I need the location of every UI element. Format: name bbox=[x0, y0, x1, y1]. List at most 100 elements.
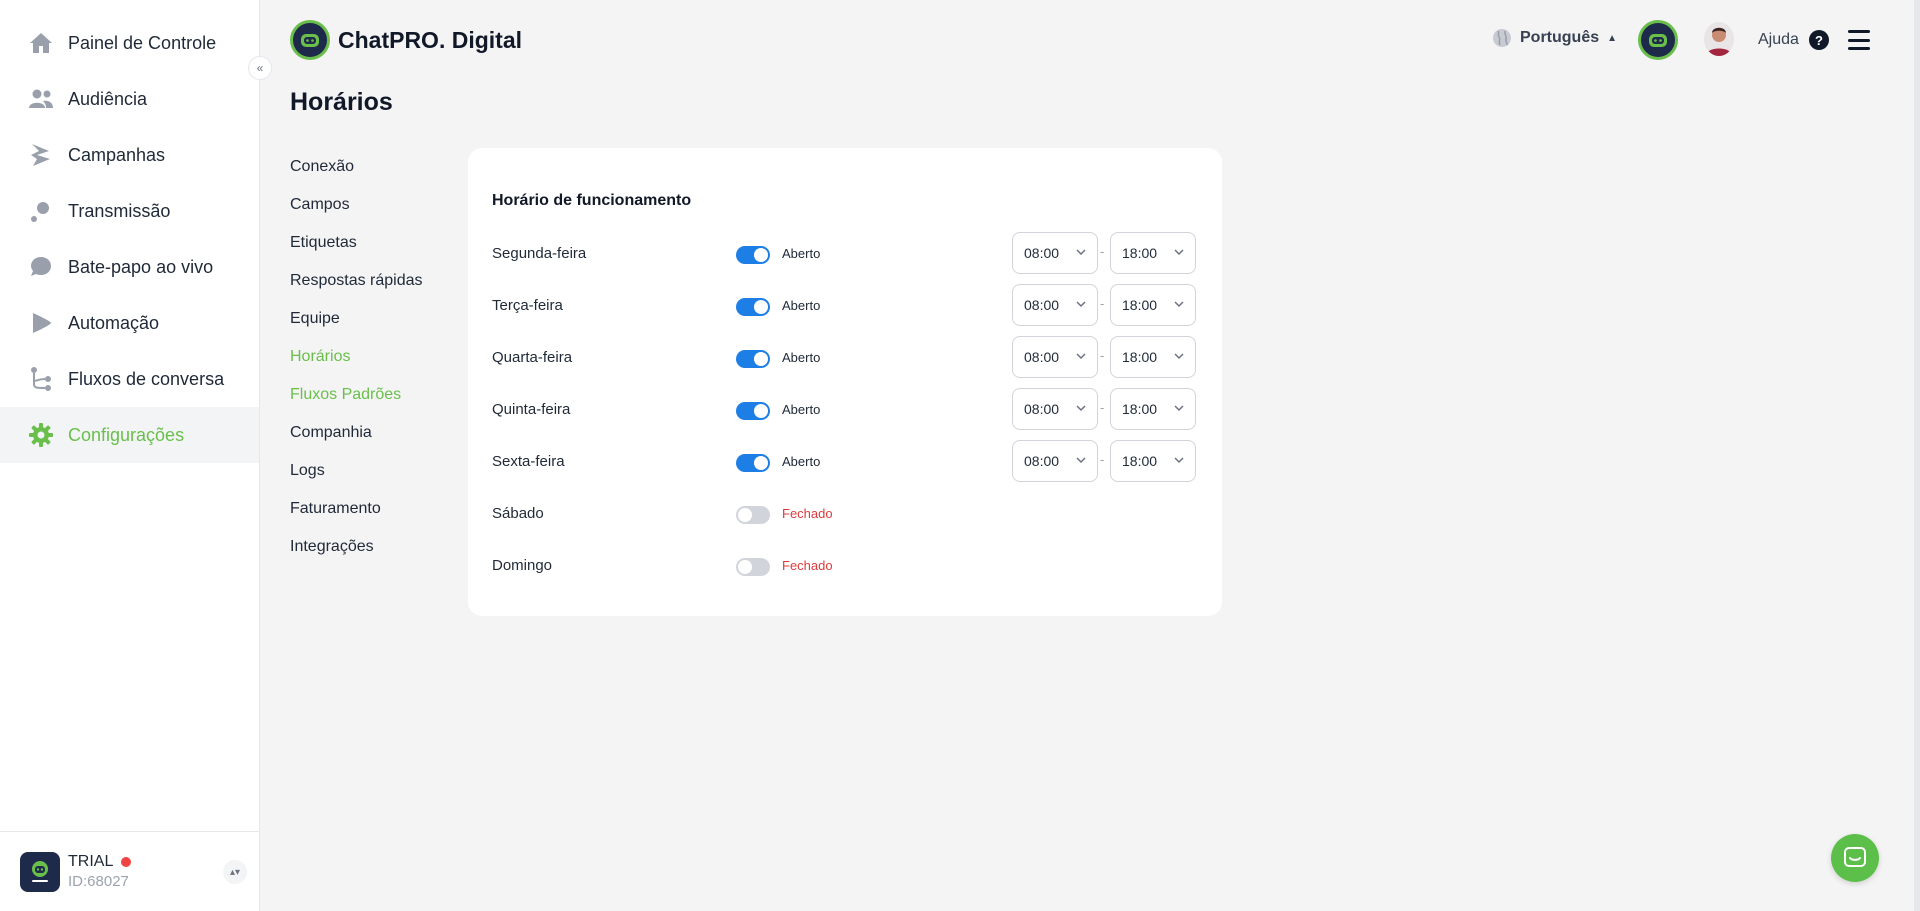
page-title: Horários bbox=[290, 88, 393, 116]
close-time-select[interactable]: 18:00 bbox=[1110, 440, 1196, 482]
sidebar-item-label: Bate-papo ao vivo bbox=[68, 256, 214, 277]
hamburger-menu-icon[interactable] bbox=[1848, 30, 1870, 50]
day-label: Domingo bbox=[492, 557, 553, 574]
scrollbar[interactable] bbox=[1914, 0, 1920, 911]
day-toggle[interactable] bbox=[736, 402, 770, 420]
close-time-select[interactable]: 18:00 bbox=[1110, 336, 1196, 378]
settings-item-horarios[interactable]: Horários bbox=[290, 348, 350, 366]
schedule-row: Domingo Fechado bbox=[468, 544, 1222, 588]
open-time-select[interactable]: 08:00 bbox=[1012, 284, 1098, 326]
open-time-value: 08:00 bbox=[1024, 349, 1060, 365]
brand-name: ChatPRO. Digital bbox=[338, 26, 523, 53]
unfold-icon[interactable]: ▴▾ bbox=[223, 860, 247, 884]
day-toggle[interactable] bbox=[736, 350, 770, 368]
day-status: Aberto bbox=[782, 246, 821, 261]
home-icon bbox=[28, 30, 54, 56]
settings-item-conexao[interactable]: Conexão bbox=[290, 158, 354, 176]
close-time-select[interactable]: 18:00 bbox=[1110, 232, 1196, 274]
chat-bubble-icon bbox=[28, 254, 54, 280]
schedule-row: Quinta-feira Aberto 08:00 - 18:00 bbox=[468, 388, 1222, 432]
chevron-down-icon bbox=[1174, 457, 1184, 464]
help-button[interactable]: Ajuda ? bbox=[1758, 30, 1829, 50]
settings-item-etiquetas[interactable]: Etiquetas bbox=[290, 234, 357, 252]
support-chat-button[interactable] bbox=[1831, 834, 1879, 882]
sidebar-item-fluxos-de-conversa[interactable]: Fluxos de conversa bbox=[0, 351, 259, 407]
sidebar-item-label: Campanhas bbox=[68, 144, 166, 165]
day-toggle[interactable] bbox=[736, 558, 770, 576]
bot-avatar[interactable] bbox=[1638, 20, 1678, 60]
close-time-select[interactable]: 18:00 bbox=[1110, 388, 1196, 430]
language-selector[interactable]: Português ▲ bbox=[1492, 28, 1617, 48]
gear-icon bbox=[28, 422, 54, 448]
sidebar-item-label: Configurações bbox=[68, 424, 185, 445]
chevron-down-icon bbox=[1174, 249, 1184, 256]
open-time-select[interactable]: 08:00 bbox=[1012, 232, 1098, 274]
settings-item-faturamento[interactable]: Faturamento bbox=[290, 500, 381, 518]
settings-item-fluxos-padroes[interactable]: Fluxos Padrões bbox=[290, 386, 401, 404]
schedule-row: Sábado Fechado bbox=[468, 492, 1222, 536]
day-label: Terça-feira bbox=[492, 297, 563, 314]
collapse-sidebar-icon[interactable]: « bbox=[248, 56, 272, 80]
account-switcher[interactable]: TRIAL ID:68027 ▴▾ bbox=[0, 831, 259, 911]
close-time-value: 18:00 bbox=[1122, 297, 1158, 313]
help-label: Ajuda bbox=[1758, 31, 1799, 48]
sidebar-item-campanhas[interactable]: Campanhas bbox=[0, 127, 259, 183]
sidebar-item-audiencia[interactable]: Audiência bbox=[0, 71, 259, 127]
broadcast-icon bbox=[28, 198, 54, 224]
settings-item-equipe[interactable]: Equipe bbox=[290, 310, 340, 328]
day-label: Sexta-feira bbox=[492, 453, 565, 470]
brand-logo bbox=[290, 20, 330, 60]
business-hours-card: Horário de funcionamento Segunda-feira A… bbox=[468, 148, 1222, 616]
sidebar-item-painel-de-controle[interactable]: Painel de Controle bbox=[0, 15, 259, 71]
settings-item-respostas-rapidas[interactable]: Respostas rápidas bbox=[290, 272, 423, 290]
account-plan: TRIAL bbox=[68, 853, 114, 870]
account-id: ID:68027 bbox=[68, 873, 129, 890]
schedule-row: Terça-feira Aberto 08:00 - 18:00 bbox=[468, 284, 1222, 328]
chevron-down-icon bbox=[1174, 301, 1184, 308]
settings-item-campos[interactable]: Campos bbox=[290, 196, 350, 214]
time-separator: - bbox=[1100, 452, 1105, 467]
settings-item-companhia[interactable]: Companhia bbox=[290, 424, 372, 442]
day-toggle[interactable] bbox=[736, 298, 770, 316]
sidebar-item-bate-papo[interactable]: Bate-papo ao vivo bbox=[0, 239, 259, 295]
chevron-down-icon bbox=[1076, 301, 1086, 308]
sidebar-item-automacao[interactable]: Automação bbox=[0, 295, 259, 351]
caret-up-icon: ▲ bbox=[1607, 32, 1618, 44]
close-time-value: 18:00 bbox=[1122, 245, 1158, 261]
open-time-select[interactable]: 08:00 bbox=[1012, 336, 1098, 378]
open-time-value: 08:00 bbox=[1024, 245, 1060, 261]
open-time-select[interactable]: 08:00 bbox=[1012, 388, 1098, 430]
open-time-value: 08:00 bbox=[1024, 297, 1060, 313]
settings-item-logs[interactable]: Logs bbox=[290, 462, 325, 480]
day-status: Fechado bbox=[782, 558, 833, 573]
close-time-select[interactable]: 18:00 bbox=[1110, 284, 1196, 326]
sidebar-item-transmissao[interactable]: Transmissão bbox=[0, 183, 259, 239]
schedule-row: Segunda-feira Aberto 08:00 - 18:00 bbox=[468, 232, 1222, 276]
close-time-value: 18:00 bbox=[1122, 349, 1158, 365]
open-time-select[interactable]: 08:00 bbox=[1012, 440, 1098, 482]
settings-item-integracoes[interactable]: Integrações bbox=[290, 538, 374, 556]
chat-icon bbox=[1844, 847, 1866, 867]
schedule-row: Quarta-feira Aberto 08:00 - 18:00 bbox=[468, 336, 1222, 380]
open-time-value: 08:00 bbox=[1024, 453, 1060, 469]
chevron-down-icon bbox=[1076, 405, 1086, 412]
card-title: Horário de funcionamento bbox=[492, 192, 692, 209]
brand[interactable]: ChatPRO. Digital bbox=[290, 20, 522, 60]
day-status: Fechado bbox=[782, 506, 833, 521]
users-icon bbox=[28, 86, 54, 112]
flow-icon bbox=[28, 366, 54, 392]
question-icon: ? bbox=[1808, 30, 1829, 50]
play-icon bbox=[28, 310, 54, 336]
day-toggle[interactable] bbox=[736, 506, 770, 524]
day-status: Aberto bbox=[782, 350, 821, 365]
user-avatar[interactable] bbox=[1704, 22, 1734, 56]
language-label: Português bbox=[1520, 29, 1600, 46]
time-separator: - bbox=[1100, 348, 1105, 363]
time-separator: - bbox=[1100, 244, 1105, 259]
sidebar-item-configuracoes[interactable]: Configurações bbox=[0, 407, 259, 463]
sidebar-item-label: Painel de Controle bbox=[68, 32, 217, 53]
sidebar-item-label: Automação bbox=[68, 312, 160, 333]
day-toggle[interactable] bbox=[736, 246, 770, 264]
day-status: Aberto bbox=[782, 454, 821, 469]
day-toggle[interactable] bbox=[736, 454, 770, 472]
